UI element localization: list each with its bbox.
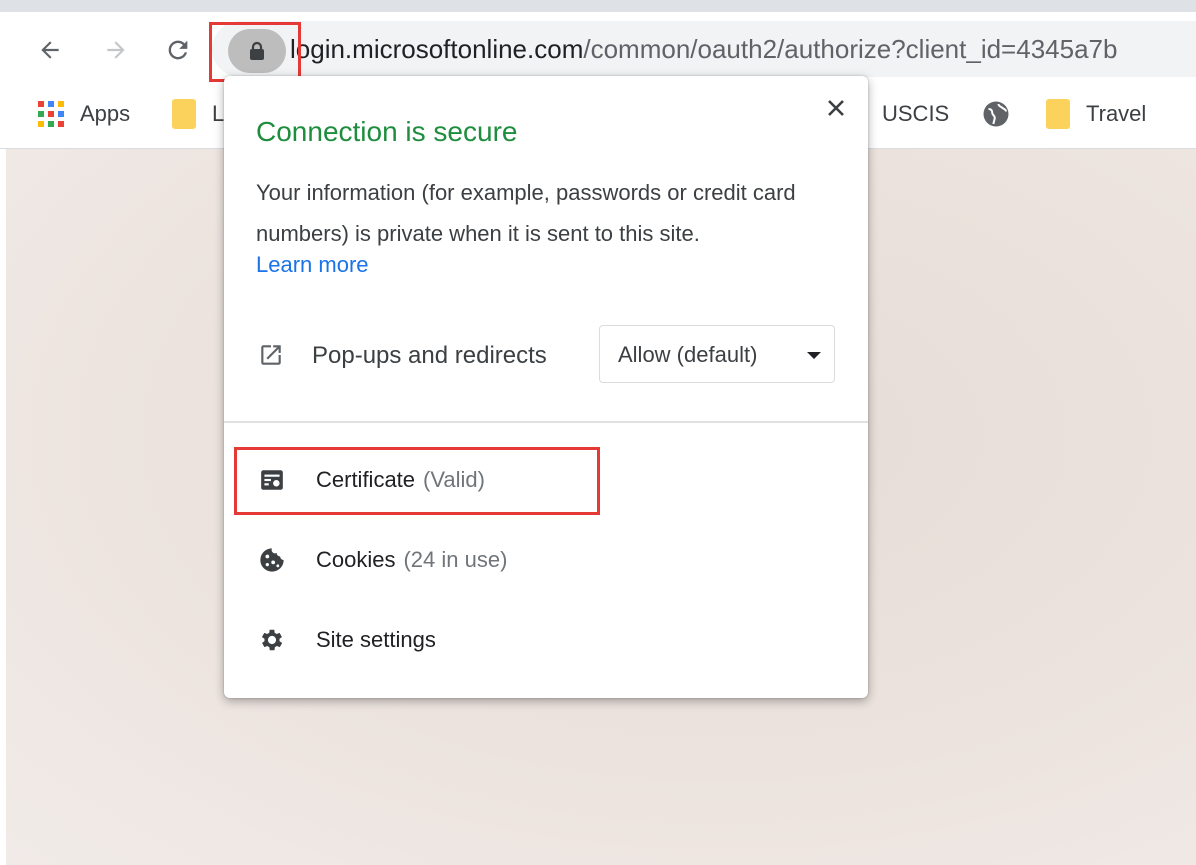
certificate-highlight-box	[234, 447, 600, 515]
select-value: Allow (default)	[618, 342, 758, 367]
bookmark-label: L	[212, 101, 225, 126]
url-path: /common/oauth2/authorize?client_id=4345a…	[583, 34, 1118, 64]
bookmark-globe[interactable]	[981, 88, 1011, 140]
close-icon	[828, 100, 844, 116]
back-arrow-icon	[41, 41, 59, 59]
popups-permission-label: Pop-ups and redirects	[312, 342, 547, 369]
globe-icon	[983, 101, 1009, 127]
bookmark-folder-travel[interactable]: Travel	[1046, 88, 1146, 140]
reload-icon	[168, 40, 188, 60]
forward-button[interactable]	[98, 32, 134, 68]
close-button[interactable]	[822, 94, 850, 122]
caret-down-icon	[807, 352, 821, 359]
connection-status-title: Connection is secure	[256, 116, 518, 147]
back-button[interactable]	[32, 32, 68, 68]
gear-icon	[258, 626, 286, 654]
folder-icon	[1046, 99, 1070, 129]
item-label: Site settings	[316, 627, 436, 652]
bookmark-label: Apps	[80, 101, 131, 126]
reload-button[interactable]	[160, 32, 196, 68]
bookmark-uscis[interactable]: USCIS	[882, 88, 949, 140]
popups-permission-select[interactable]: Allow (default)	[599, 325, 835, 383]
learn-more-link[interactable]: Learn more	[256, 252, 369, 278]
folder-icon	[172, 99, 196, 129]
lock-highlight-box	[209, 22, 301, 82]
url-text[interactable]: login.microsoftonline.com/common/oauth2/…	[290, 31, 1196, 67]
bookmark-folder-l[interactable]: L	[172, 88, 224, 140]
forward-arrow-icon	[107, 41, 125, 59]
cookie-icon	[258, 546, 286, 574]
divider	[224, 421, 868, 423]
bookmark-label: Travel	[1086, 101, 1147, 126]
connection-description: Your information (for example, passwords…	[256, 180, 796, 246]
item-status: (24 in use)	[403, 547, 508, 572]
site-settings-item[interactable]: Site settings	[258, 620, 436, 660]
url-host: login.microsoftonline.com	[290, 34, 584, 64]
cookies-item[interactable]: Cookies (24 in use)	[258, 540, 507, 580]
item-label: Cookies	[316, 547, 396, 572]
tab-strip	[0, 0, 1196, 12]
bookmark-apps[interactable]: Apps	[38, 88, 130, 140]
apps-grid-icon	[38, 101, 64, 127]
bookmark-label: USCIS	[882, 101, 950, 126]
open-in-new-icon	[261, 345, 281, 365]
site-info-popup: Connection is secure Your information (f…	[224, 76, 868, 698]
